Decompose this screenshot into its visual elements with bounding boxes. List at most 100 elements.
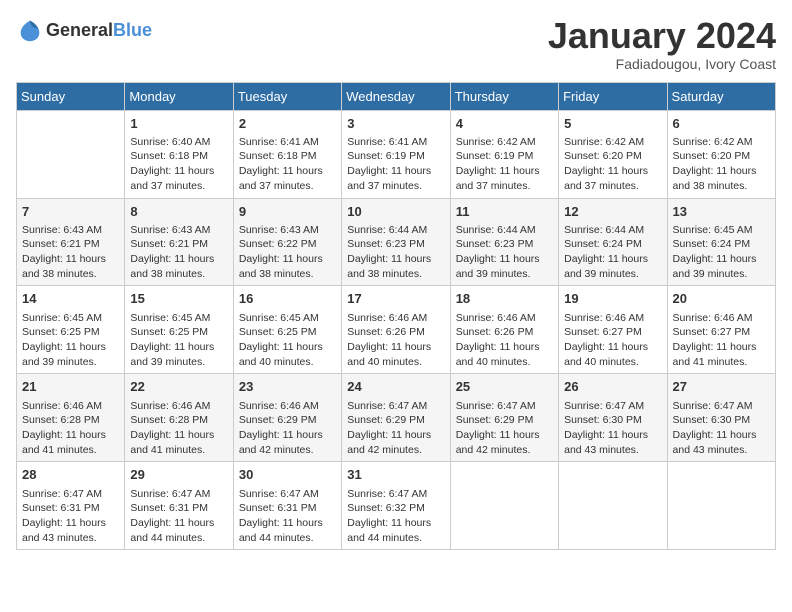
weekday-header: Sunday <box>17 82 125 110</box>
calendar-cell: 27 Sunrise: 6:47 AMSunset: 6:30 PMDayligh… <box>667 374 775 462</box>
calendar-cell <box>450 462 558 550</box>
calendar-cell: 26 Sunrise: 6:47 AMSunset: 6:30 PMDayligh… <box>559 374 667 462</box>
logo: GeneralBlue <box>16 16 152 44</box>
calendar-cell: 11Sunrise: 6:44 AMSunset: 6:23 PMDayligh… <box>450 198 558 286</box>
day-info: Sunrise: 6:45 AMSunset: 6:24 PMDaylight:… <box>673 223 770 282</box>
calendar-cell: 29 Sunrise: 6:47 AMSunset: 6:31 PMDayligh… <box>125 462 233 550</box>
calendar-cell: 5 Sunrise: 6:42 AMSunset: 6:20 PMDaylight… <box>559 110 667 198</box>
day-number: 2 <box>239 115 336 133</box>
calendar-title: January 2024 <box>548 16 776 56</box>
calendar-week-row: 7 Sunrise: 6:43 AMSunset: 6:21 PMDaylight… <box>17 198 776 286</box>
calendar-cell <box>17 110 125 198</box>
calendar-cell: 30Sunrise: 6:47 AMSunset: 6:31 PMDayligh… <box>233 462 341 550</box>
calendar-cell: 31 Sunrise: 6:47 AMSunset: 6:32 PMDayligh… <box>342 462 450 550</box>
calendar-subtitle: Fadiadougou, Ivory Coast <box>548 56 776 72</box>
weekday-header: Saturday <box>667 82 775 110</box>
calendar-cell: 19 Sunrise: 6:46 AMSunset: 6:27 PMDayligh… <box>559 286 667 374</box>
day-info: Sunrise: 6:43 AMSunset: 6:21 PMDaylight:… <box>22 223 119 282</box>
calendar-cell: 9Sunrise: 6:43 AMSunset: 6:22 PMDaylight… <box>233 198 341 286</box>
day-number: 29 <box>130 466 227 484</box>
weekday-header: Friday <box>559 82 667 110</box>
calendar-cell: 4Sunrise: 6:42 AMSunset: 6:19 PMDaylight… <box>450 110 558 198</box>
day-number: 10 <box>347 203 444 221</box>
day-info: Sunrise: 6:41 AMSunset: 6:19 PMDaylight:… <box>347 135 444 194</box>
calendar-cell: 8 Sunrise: 6:43 AMSunset: 6:21 PMDaylight… <box>125 198 233 286</box>
weekday-header: Tuesday <box>233 82 341 110</box>
page-header: GeneralBlue January 2024 Fadiadougou, Iv… <box>16 16 776 72</box>
day-info: Sunrise: 6:46 AMSunset: 6:29 PMDaylight:… <box>239 399 336 458</box>
day-info: Sunrise: 6:47 AMSunset: 6:29 PMDaylight:… <box>456 399 553 458</box>
day-number: 14 <box>22 290 119 308</box>
calendar-body: 1 Sunrise: 6:40 AMSunset: 6:18 PMDaylight… <box>17 110 776 550</box>
calendar-week-row: 28 Sunrise: 6:47 AMSunset: 6:31 PMDayligh… <box>17 462 776 550</box>
day-number: 30 <box>239 466 336 484</box>
title-block: January 2024 Fadiadougou, Ivory Coast <box>548 16 776 72</box>
day-number: 5 <box>564 115 661 133</box>
calendar-cell: 16Sunrise: 6:45 AMSunset: 6:25 PMDayligh… <box>233 286 341 374</box>
day-number: 31 <box>347 466 444 484</box>
day-number: 26 <box>564 378 661 396</box>
day-info: Sunrise: 6:47 AMSunset: 6:30 PMDaylight:… <box>564 399 661 458</box>
day-info: Sunrise: 6:44 AMSunset: 6:24 PMDaylight:… <box>564 223 661 282</box>
weekday-row: SundayMondayTuesdayWednesdayThursdayFrid… <box>17 82 776 110</box>
logo-blue: Blue <box>113 20 152 40</box>
weekday-header: Wednesday <box>342 82 450 110</box>
calendar-cell: 25Sunrise: 6:47 AMSunset: 6:29 PMDayligh… <box>450 374 558 462</box>
calendar-cell: 3 Sunrise: 6:41 AMSunset: 6:19 PMDaylight… <box>342 110 450 198</box>
weekday-header: Thursday <box>450 82 558 110</box>
calendar-cell: 7 Sunrise: 6:43 AMSunset: 6:21 PMDaylight… <box>17 198 125 286</box>
calendar-cell: 13 Sunrise: 6:45 AMSunset: 6:24 PMDayligh… <box>667 198 775 286</box>
logo-general: General <box>46 20 113 40</box>
calendar-cell: 18 Sunrise: 6:46 AMSunset: 6:26 PMDayligh… <box>450 286 558 374</box>
calendar-cell: 23 Sunrise: 6:46 AMSunset: 6:29 PMDayligh… <box>233 374 341 462</box>
day-number: 28 <box>22 466 119 484</box>
day-info: Sunrise: 6:46 AMSunset: 6:27 PMDaylight:… <box>564 311 661 370</box>
day-info: Sunrise: 6:44 AMSunset: 6:23 PMDaylight:… <box>347 223 444 282</box>
calendar-cell: 20Sunrise: 6:46 AMSunset: 6:27 PMDayligh… <box>667 286 775 374</box>
day-number: 23 <box>239 378 336 396</box>
logo-icon <box>16 16 44 44</box>
day-info: Sunrise: 6:47 AMSunset: 6:30 PMDaylight:… <box>673 399 770 458</box>
calendar-cell: 12 Sunrise: 6:44 AMSunset: 6:24 PMDayligh… <box>559 198 667 286</box>
day-number: 12 <box>564 203 661 221</box>
calendar-week-row: 21Sunrise: 6:46 AMSunset: 6:28 PMDayligh… <box>17 374 776 462</box>
day-number: 1 <box>130 115 227 133</box>
day-info: Sunrise: 6:42 AMSunset: 6:20 PMDaylight:… <box>673 135 770 194</box>
day-number: 27 <box>673 378 770 396</box>
day-info: Sunrise: 6:43 AMSunset: 6:21 PMDaylight:… <box>130 223 227 282</box>
day-number: 18 <box>456 290 553 308</box>
day-info: Sunrise: 6:46 AMSunset: 6:27 PMDaylight:… <box>673 311 770 370</box>
calendar-cell: 28Sunrise: 6:47 AMSunset: 6:31 PMDayligh… <box>17 462 125 550</box>
calendar-cell: 15Sunrise: 6:45 AMSunset: 6:25 PMDayligh… <box>125 286 233 374</box>
day-number: 8 <box>130 203 227 221</box>
calendar-cell: 21Sunrise: 6:46 AMSunset: 6:28 PMDayligh… <box>17 374 125 462</box>
day-number: 7 <box>22 203 119 221</box>
calendar-week-row: 1 Sunrise: 6:40 AMSunset: 6:18 PMDaylight… <box>17 110 776 198</box>
day-info: Sunrise: 6:45 AMSunset: 6:25 PMDaylight:… <box>22 311 119 370</box>
day-info: Sunrise: 6:46 AMSunset: 6:26 PMDaylight:… <box>456 311 553 370</box>
calendar-cell: 17Sunrise: 6:46 AMSunset: 6:26 PMDayligh… <box>342 286 450 374</box>
day-number: 13 <box>673 203 770 221</box>
day-number: 11 <box>456 203 553 221</box>
day-number: 4 <box>456 115 553 133</box>
weekday-header: Monday <box>125 82 233 110</box>
day-info: Sunrise: 6:47 AMSunset: 6:31 PMDaylight:… <box>130 487 227 546</box>
day-number: 6 <box>673 115 770 133</box>
day-number: 19 <box>564 290 661 308</box>
day-info: Sunrise: 6:40 AMSunset: 6:18 PMDaylight:… <box>130 135 227 194</box>
day-info: Sunrise: 6:45 AMSunset: 6:25 PMDaylight:… <box>239 311 336 370</box>
day-number: 22 <box>130 378 227 396</box>
day-info: Sunrise: 6:45 AMSunset: 6:25 PMDaylight:… <box>130 311 227 370</box>
day-info: Sunrise: 6:43 AMSunset: 6:22 PMDaylight:… <box>239 223 336 282</box>
day-info: Sunrise: 6:42 AMSunset: 6:20 PMDaylight:… <box>564 135 661 194</box>
calendar-cell: 2 Sunrise: 6:41 AMSunset: 6:18 PMDaylight… <box>233 110 341 198</box>
calendar-cell: 22Sunrise: 6:46 AMSunset: 6:28 PMDayligh… <box>125 374 233 462</box>
calendar-cell: 1 Sunrise: 6:40 AMSunset: 6:18 PMDaylight… <box>125 110 233 198</box>
calendar-week-row: 14 Sunrise: 6:45 AMSunset: 6:25 PMDayligh… <box>17 286 776 374</box>
calendar-cell <box>667 462 775 550</box>
day-info: Sunrise: 6:41 AMSunset: 6:18 PMDaylight:… <box>239 135 336 194</box>
day-number: 3 <box>347 115 444 133</box>
calendar-cell: 24Sunrise: 6:47 AMSunset: 6:29 PMDayligh… <box>342 374 450 462</box>
day-info: Sunrise: 6:47 AMSunset: 6:32 PMDaylight:… <box>347 487 444 546</box>
day-number: 17 <box>347 290 444 308</box>
